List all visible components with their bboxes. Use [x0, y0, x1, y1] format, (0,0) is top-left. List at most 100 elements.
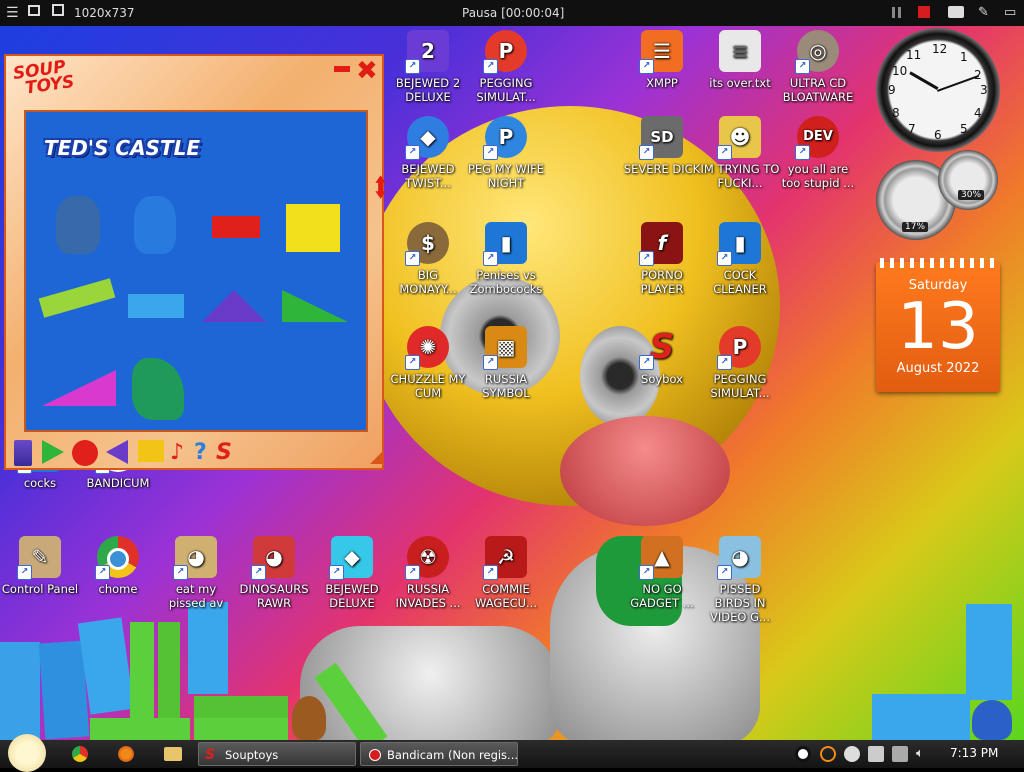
window-mode-icon[interactable]	[28, 5, 40, 16]
desktop-icon-xmpp[interactable]: ☰ ↗ XMPP	[622, 30, 702, 90]
clock-number: 9	[888, 83, 896, 97]
minimize-button[interactable]	[334, 66, 350, 72]
desktop-icon-control-panel[interactable]: ✎ ↗ Control Panel	[0, 536, 80, 596]
ted-castle-play-area[interactable]: TED'S CASTLE	[24, 110, 368, 432]
desktop-icon-its-over-txt[interactable]: ≡ its over.txt	[700, 30, 780, 90]
start-button[interactable]	[8, 734, 46, 772]
toy-blue-bear[interactable]	[972, 700, 1012, 740]
bandicam-tray-icon[interactable]	[795, 746, 811, 762]
toy-block-blue[interactable]	[0, 642, 40, 740]
clock-gadget[interactable]: 12 1 2 3 4 5 6 7 8 9 10 11	[876, 28, 1000, 152]
desktop-icon-bejewed-twist[interactable]: ◆ ↗ BEJEWED TWIST...	[388, 116, 468, 190]
scene-button[interactable]	[138, 440, 164, 462]
desktop-icon-bejewed-2-deluxe[interactable]: 2 ↗ BEJEWED 2 DELUXE	[388, 30, 468, 104]
explorer-taskbar-icon[interactable]	[164, 747, 182, 761]
toy-block-blue[interactable]	[872, 694, 970, 740]
desktop-icon-dev-cpp[interactable]: DEV ↗ you all are too stupid ...	[778, 116, 858, 190]
calendar-rings	[880, 258, 996, 268]
resize-grip-icon[interactable]	[370, 452, 382, 464]
toy-blue-bear[interactable]	[134, 196, 176, 254]
toy-green-dinosaur[interactable]	[132, 358, 184, 420]
menu-icon[interactable]: ☰	[6, 5, 19, 21]
taskbar: S Souptoys Bandicam (Non regis... 🔈︎ 7:1…	[0, 734, 1024, 772]
desktop-icon-russia-symbol[interactable]: ▩ ↗ RUSSIA SYMBOL	[466, 326, 546, 400]
resize-handle-icon[interactable]: ⬍	[372, 174, 390, 204]
souptoys-task-button[interactable]: S Souptoys	[198, 742, 356, 766]
toy-green-triangle[interactable]	[282, 290, 348, 322]
desktop-icon-chuzzle[interactable]: ✺ ↗ CHUZZLE MY CUM	[388, 326, 468, 400]
toy-block-blue[interactable]	[188, 602, 228, 694]
chrome-taskbar-icon[interactable]	[72, 746, 88, 762]
collapse-icon[interactable]: ▭	[1004, 5, 1016, 20]
pencil-icon[interactable]: ✎	[978, 5, 989, 20]
pause-icon[interactable]	[892, 7, 895, 18]
toy-block-green[interactable]	[130, 622, 154, 718]
desktop[interactable]: 2 ↗ BEJEWED 2 DELUXE P ↗ PEGGING SIMULAT... …	[0, 26, 1024, 740]
desktop-icon-cock-cleaner[interactable]: ▮ ↗ COCK CLEANER	[700, 222, 780, 296]
calendar-gadget[interactable]: Saturday 13 August 2022	[876, 258, 1000, 392]
toy-ghost-bear[interactable]	[56, 196, 100, 254]
volume-icon[interactable]: 🔈︎	[916, 746, 932, 762]
search-tray-icon[interactable]	[820, 746, 836, 762]
desktop-icon-commie-wagecu[interactable]: ☭ ↗ COMMIE WAGECU...	[466, 536, 546, 610]
firefox-taskbar-icon[interactable]	[118, 746, 134, 762]
desktop-icon-im-trying[interactable]: ☻ ↗ IM TRYING TO FUCKI...	[700, 116, 780, 190]
desktop-icon-peg-my-wife-night[interactable]: P ↗ PEG MY WIFE NIGHT	[466, 116, 546, 190]
desktop-icon-porno-player[interactable]: f ↗ PORNO PLAYER	[622, 222, 702, 296]
taskbar-clock[interactable]: 7:13 PM	[950, 746, 998, 760]
toy-purple-triangle[interactable]	[202, 290, 266, 322]
angry-birds-icon: ☻ ↗	[717, 116, 761, 160]
cpu-meter-gadget[interactable]: 17% 30%	[872, 146, 1002, 256]
calendar-day: 13	[897, 290, 979, 364]
help-icon[interactable]: ?	[194, 440, 214, 466]
toy-blue-block[interactable]	[128, 294, 184, 318]
hammer-sickle-icon: ☭ ↗	[483, 536, 527, 580]
cpu-percent: 17%	[902, 222, 929, 232]
desktop-icon-severe-dick[interactable]: SD ↗ SEVERE DICK	[622, 116, 702, 176]
toy-red-block[interactable]	[212, 216, 260, 238]
desktop-icon-soybox[interactable]: S ↗ Soybox	[622, 326, 702, 386]
desktop-icon-big-monayy[interactable]: $ ↗ BIG MONAYY...	[388, 222, 468, 296]
stop-icon[interactable]	[918, 6, 930, 18]
souptoys-menu-icon[interactable]: S	[216, 440, 238, 466]
toy-block-green[interactable]	[90, 718, 190, 740]
play-button[interactable]	[42, 440, 64, 464]
desktop-icon-pissed-birds[interactable]: ◕ ↗ PISSED BIRDS IN VIDEO G...	[700, 536, 780, 624]
toy-teddy-bear[interactable]	[292, 696, 326, 740]
battery-icon[interactable]	[892, 746, 908, 762]
desktop-icon-bejewed-deluxe[interactable]: ◆ ↗ BEJEWED DELUXE	[312, 536, 392, 610]
toy-block-green[interactable]	[158, 622, 180, 718]
rewind-button[interactable]	[106, 440, 128, 464]
region-select-icon[interactable]	[52, 4, 64, 16]
bandicam-task-button[interactable]: Bandicam (Non regis...	[360, 742, 518, 766]
angry-birds-seasons-icon: ◕ ↗	[173, 536, 217, 580]
close-button[interactable]: ✖	[356, 56, 378, 86]
desktop-icon-pegging-simulator-2[interactable]: P ↗ PEGGING SIMULAT...	[700, 326, 780, 400]
face-tray-icon[interactable]	[844, 746, 860, 762]
desktop-icon-chome[interactable]: ↗ chome	[78, 536, 158, 596]
souptoys-window[interactable]: SOUP TOYS ✖ ⬍ TED'S CASTLE ♪ ? S	[4, 54, 389, 470]
music-note-icon[interactable]: ♪	[170, 440, 190, 466]
xmpp-icon: ☰ ↗	[639, 30, 683, 74]
camera-icon[interactable]	[948, 6, 964, 18]
desktop-icon-eat-my-pissed[interactable]: ◕ ↗ eat my pissed av	[156, 536, 236, 610]
record-button[interactable]	[72, 440, 98, 466]
desktop-icon-no-go-gadget[interactable]: ▲ ↗ NO GO GADGET ...	[622, 536, 702, 610]
network-warning-icon[interactable]	[868, 746, 884, 762]
toy-block-green[interactable]	[194, 696, 288, 718]
toy-yellow-block[interactable]	[286, 204, 340, 252]
desktop-icon-russia-invades[interactable]: ☢ ↗ RUSSIA INVADES ...	[388, 536, 468, 610]
desktop-icon-pegging-simulator[interactable]: P ↗ PEGGING SIMULAT...	[466, 30, 546, 104]
desktop-icon-ultra-cd-bloatware[interactable]: ◎ ↗ ULTRA CD BLOATWARE	[778, 30, 858, 104]
puzzle-icon: ▩ ↗	[483, 326, 527, 370]
desktop-icon-dinosaurs-rawr[interactable]: ◕ ↗ DINOSAURS RAWR	[234, 536, 314, 610]
dev-cpp-icon: DEV ↗	[795, 116, 839, 160]
toy-block-blue[interactable]	[966, 604, 1012, 700]
toy-box-button[interactable]	[14, 440, 32, 466]
pegging-icon: P ↗	[717, 326, 761, 370]
toy-green-plank[interactable]	[38, 278, 116, 318]
desktop-icon-penises-vs-zombococks[interactable]: ▮ ↗ Penises vs Zombococks	[466, 222, 546, 296]
clock-number: 7	[908, 122, 916, 136]
toy-block-green[interactable]	[194, 718, 288, 740]
toy-pink-triangle[interactable]	[42, 370, 116, 406]
